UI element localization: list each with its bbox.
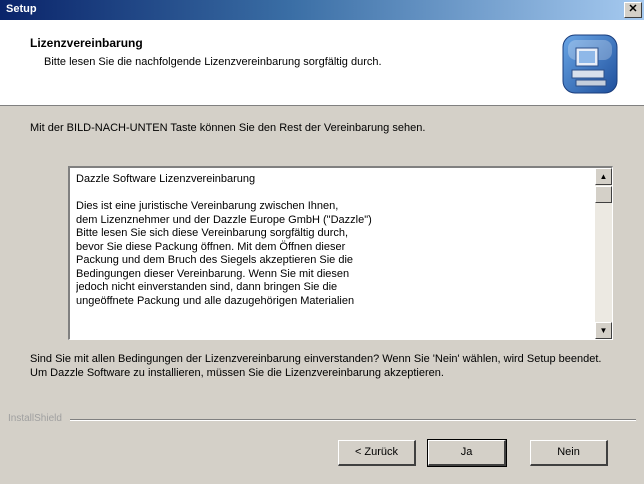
instruction-text: Mit der BILD-NACH-UNTEN Taste können Sie… [30,122,426,134]
window-title: Setup [6,3,37,15]
scroll-down-button[interactable]: ▼ [595,322,612,339]
computer-setup-icon [562,34,618,94]
page-title: Lizenzvereinbarung [30,36,143,50]
scroll-up-button[interactable]: ▲ [595,168,612,185]
page-subtitle: Bitte lesen Sie die nachfolgende Lizenzv… [44,56,382,68]
acceptance-question: Sind Sie mit allen Bedingungen der Lizen… [30,353,602,379]
no-button[interactable]: Nein [530,440,608,466]
title-bar[interactable]: Setup ✕ [0,0,644,20]
back-button[interactable]: < Zurück [338,440,416,466]
scroll-thumb[interactable] [595,186,612,203]
license-scrollbar[interactable]: ▲ ▼ [595,168,612,339]
close-icon: ✕ [628,3,638,15]
scroll-up-icon: ▲ [599,172,608,181]
close-button[interactable]: ✕ [624,2,642,18]
installshield-brand: InstallShield [8,413,62,424]
license-text: Dazzle Software Lizenzvereinbarung Dies … [76,173,372,307]
license-textbox[interactable]: Dazzle Software Lizenzvereinbarung Dies … [68,166,613,340]
yes-button[interactable]: Ja [427,439,507,467]
setup-window: Setup ✕ Lizenzvereinbarung Bitte lesen S… [0,0,644,484]
header-panel: Lizenzvereinbarung Bitte lesen Sie die n… [0,20,644,106]
footer-divider [70,419,636,421]
scroll-down-icon: ▼ [599,326,608,335]
